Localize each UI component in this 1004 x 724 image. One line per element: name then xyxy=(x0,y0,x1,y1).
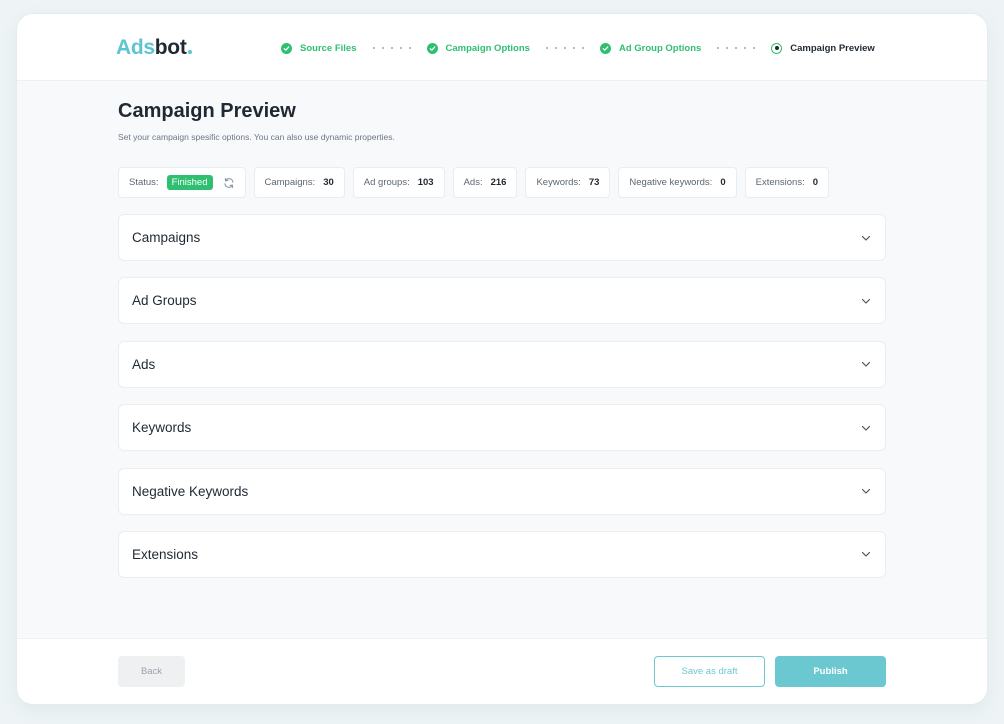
stat-keywords: Keywords: 73 xyxy=(525,167,611,198)
stat-label: Ads: xyxy=(463,177,483,188)
chevron-down-icon[interactable] xyxy=(860,295,872,307)
stat-label: Status: xyxy=(129,177,159,188)
save-as-draft-button[interactable]: Save as draft xyxy=(654,656,765,687)
panel-title: Campaigns xyxy=(132,230,201,245)
chevron-down-icon[interactable] xyxy=(860,232,872,244)
page-header: Campaign Preview Set your campaign spesi… xyxy=(118,99,886,143)
back-button[interactable]: Back xyxy=(118,656,185,687)
panel-title: Ads xyxy=(132,356,156,372)
panel-keywords[interactable]: Keywords xyxy=(118,404,886,452)
status-badge: Finished xyxy=(166,175,213,190)
app-window: Adsbot Source Files Campaign Options Ad … xyxy=(17,14,987,704)
top-bar: Adsbot Source Files Campaign Options Ad … xyxy=(17,14,987,81)
panel-ads[interactable]: Ads xyxy=(118,340,886,388)
step-campaign-preview[interactable]: Campaign Preview xyxy=(771,42,875,54)
step-label: Source Files xyxy=(300,42,357,54)
panel-campaigns[interactable]: Campaigns xyxy=(118,214,886,261)
page-title: Campaign Preview xyxy=(118,100,296,122)
step-connector xyxy=(545,47,584,49)
step-label: Campaign Preview xyxy=(790,42,875,54)
stat-status: Status: Finished xyxy=(118,167,246,198)
stat-value: 73 xyxy=(588,177,600,188)
stat-label: Extensions: xyxy=(755,177,805,188)
step-connector xyxy=(372,47,411,49)
stat-campaigns: Campaigns: 30 xyxy=(253,167,345,198)
chevron-down-icon[interactable] xyxy=(860,485,872,497)
step-ad-group-options[interactable]: Ad Group Options xyxy=(599,42,702,54)
stat-value: 30 xyxy=(323,177,334,188)
stat-value: 103 xyxy=(417,177,434,188)
page-subtitle: Set your campaign spesific options. You … xyxy=(118,132,395,142)
step-source-files[interactable]: Source Files xyxy=(281,42,357,54)
footer-bar: Back Save as draft Publish xyxy=(17,638,987,704)
check-circle-icon xyxy=(281,42,292,54)
step-label: Ad Group Options xyxy=(618,42,702,54)
step-label: Campaign Options xyxy=(445,42,530,54)
chevron-down-icon[interactable] xyxy=(860,358,872,370)
logo-dot xyxy=(187,50,192,54)
current-step-icon xyxy=(771,42,783,54)
stat-extensions: Extensions: 0 xyxy=(744,167,830,198)
panel-title: Extensions xyxy=(132,546,199,562)
stat-value: 0 xyxy=(720,177,726,188)
panel-extensions[interactable]: Extensions xyxy=(118,530,886,578)
refresh-icon[interactable] xyxy=(223,177,235,189)
stat-value: 0 xyxy=(812,177,819,188)
progress-stepper: Source Files Campaign Options Ad Group O… xyxy=(281,39,875,57)
stat-negative-keywords: Negative keywords: 0 xyxy=(618,167,737,198)
chevron-down-icon[interactable] xyxy=(860,422,872,434)
panel-title: Ad Groups xyxy=(132,293,197,309)
preview-panels: Campaigns Ad Groups Ads Keywords Negativ… xyxy=(118,214,886,594)
step-connector xyxy=(717,47,756,49)
stat-label: Keywords: xyxy=(536,177,581,188)
panel-title: Negative Keywords xyxy=(132,483,249,499)
stat-ads: Ads: 216 xyxy=(452,167,518,198)
stat-value: 216 xyxy=(490,177,507,188)
check-circle-icon xyxy=(426,42,438,54)
stat-label: Campaigns: xyxy=(264,177,316,188)
panel-ad-groups[interactable]: Ad Groups xyxy=(118,277,886,325)
chevron-down-icon[interactable] xyxy=(860,548,872,560)
logo-text-ads: Ads xyxy=(116,36,155,59)
panel-negative-keywords[interactable]: Negative Keywords xyxy=(118,467,886,515)
adsbot-logo[interactable]: Adsbot xyxy=(116,35,192,61)
summary-stats: Status: Finished Campaigns: 30 Ad groups… xyxy=(118,167,837,198)
logo-text-bot: bot xyxy=(154,36,187,59)
stat-label: Ad groups: xyxy=(363,177,410,188)
publish-button[interactable]: Publish xyxy=(775,656,886,687)
stat-ad-groups: Ad groups: 103 xyxy=(352,167,445,198)
check-circle-icon xyxy=(599,42,611,54)
stat-label: Negative keywords: xyxy=(629,177,713,188)
panel-title: Keywords xyxy=(132,420,192,436)
step-campaign-options[interactable]: Campaign Options xyxy=(426,42,530,54)
